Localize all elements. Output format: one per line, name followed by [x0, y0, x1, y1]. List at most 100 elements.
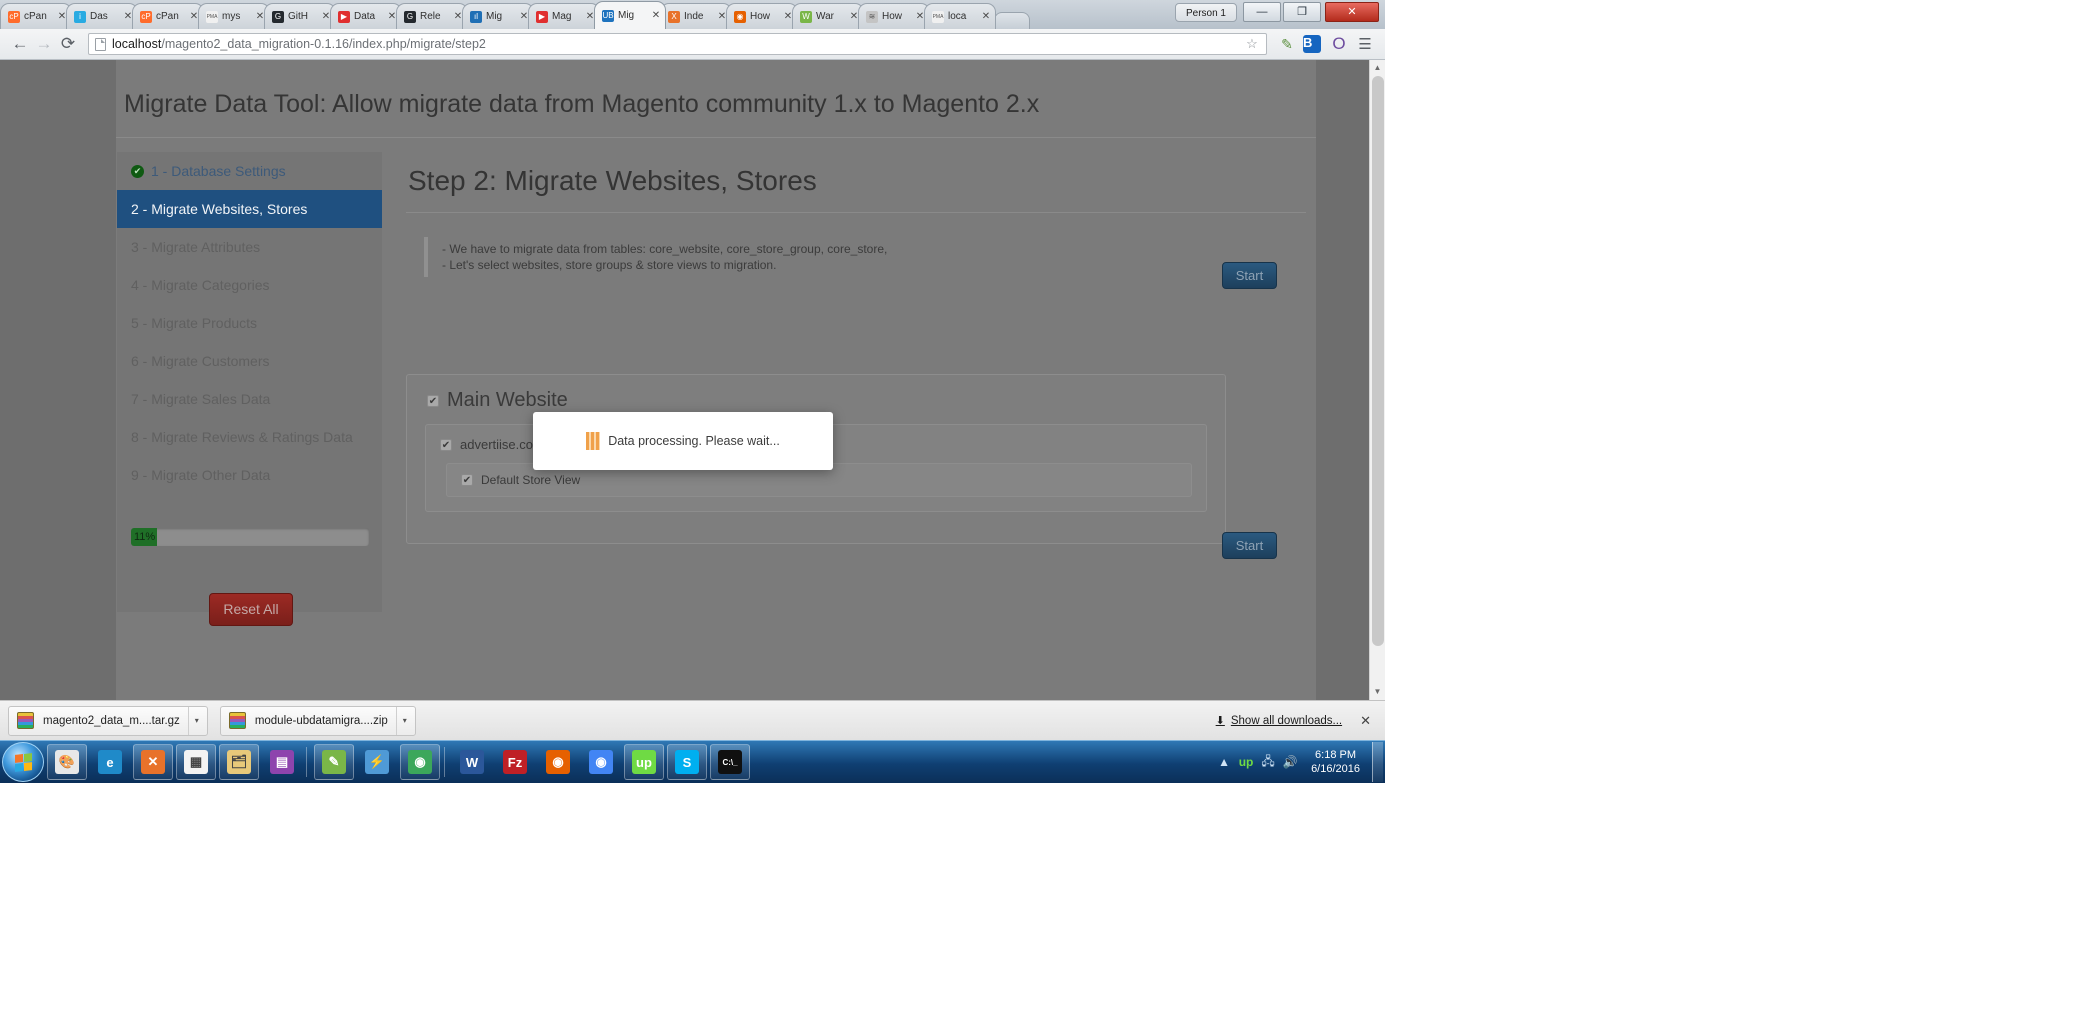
scrollbar-up-arrow[interactable]: ▲ — [1370, 60, 1385, 76]
browser-tab[interactable]: i Das ✕ — [66, 3, 138, 29]
step-sidebar: ✔ 1 - Database Settings 2 - Migrate Webs… — [117, 152, 382, 626]
xampp-icon: X — [668, 10, 680, 23]
scrollbar-thumb[interactable] — [1372, 76, 1384, 646]
page-scrollbar[interactable]: ▲ ▼ — [1369, 60, 1385, 700]
taskbar-chrome-icon[interactable]: ◉ — [581, 744, 621, 780]
start-button-top[interactable]: Start — [1222, 262, 1277, 289]
browser-tab[interactable]: cP cPan ✕ — [132, 3, 204, 29]
sidebar-item-migrate-products[interactable]: 5 - Migrate Products — [117, 304, 382, 342]
download-item-menu-caret[interactable]: ▾ — [395, 706, 413, 735]
check-circle-icon: ✔ — [131, 164, 144, 178]
back-button[interactable]: ← — [8, 32, 32, 56]
browser-profile-chip[interactable]: Person 1 — [1174, 3, 1237, 22]
sidebar-item-migrate-other-data[interactable]: 9 - Migrate Other Data — [117, 456, 382, 494]
browser-tab[interactable]: PMA loca ✕ — [924, 3, 996, 29]
taskbar-filezilla-icon[interactable]: Fz — [495, 744, 535, 780]
taskbar-winrar-icon[interactable]: ▤ — [262, 744, 302, 780]
tab-close-icon[interactable]: ✕ — [651, 10, 661, 21]
sidebar-item-migrate-reviews-ratings[interactable]: 8 - Migrate Reviews & Ratings Data — [117, 418, 382, 456]
sidebar-item-migrate-sales-data[interactable]: 7 - Migrate Sales Data — [117, 380, 382, 418]
browser-tab[interactable]: ≋ How ✕ — [858, 3, 930, 29]
tray-volume-icon[interactable]: 🔊 — [1279, 755, 1301, 769]
window-minimize-button[interactable]: — — [1243, 2, 1281, 22]
taskbar-xampp-icon[interactable]: ✕ — [133, 744, 173, 780]
browser-tab[interactable]: W War ✕ — [792, 3, 864, 29]
reload-button[interactable]: ⟳ — [56, 32, 80, 56]
download-item-menu-caret[interactable]: ▾ — [187, 706, 205, 735]
download-item[interactable]: magento2_data_m....tar.gz ▾ — [8, 705, 208, 736]
o-extension-icon[interactable]: O — [1327, 32, 1351, 56]
github-icon: G — [404, 10, 416, 23]
system-tray: ▲ up 🖧 🔊 6:18 PM 6/16/2016 — [1213, 742, 1385, 782]
notice-line: - We have to migrate data from tables: c… — [442, 242, 888, 256]
taskbar-paint-icon[interactable]: 🎨 — [47, 744, 87, 780]
app-content-sheet: Migrate Data Tool: Allow migrate data fr… — [116, 60, 1316, 700]
browser-tab[interactable]: PMA mys ✕ — [198, 3, 270, 29]
taskbar-skype-icon[interactable]: S — [667, 744, 707, 780]
bookmark-star-icon[interactable]: ☆ — [1244, 36, 1260, 52]
show-desktop-button[interactable] — [1372, 742, 1383, 782]
sidebar-item-label: 6 - Migrate Customers — [131, 353, 270, 369]
taskbar-command-prompt-icon[interactable]: C:\_ — [710, 744, 750, 780]
store-view-checkbox[interactable]: ✔ — [461, 474, 473, 486]
tray-network-icon[interactable]: 🖧 — [1257, 752, 1279, 773]
cpanel-icon: cP — [140, 10, 152, 23]
show-all-downloads-link[interactable]: ⬇ Show all downloads... — [1216, 714, 1342, 728]
window-close-button[interactable]: ✕ — [1325, 2, 1379, 22]
skype-icon: S — [675, 750, 699, 774]
tray-upwork-icon[interactable]: up — [1235, 755, 1257, 769]
download-bar-close-icon[interactable]: ✕ — [1360, 713, 1371, 729]
sidebar-item-migrate-attributes[interactable]: 3 - Migrate Attributes — [117, 228, 382, 266]
new-tab-button[interactable] — [994, 12, 1030, 29]
taskbar-app-grid-icon[interactable]: ▦ — [176, 744, 216, 780]
store-group-checkbox[interactable]: ✔ — [440, 438, 452, 451]
b-extension-icon[interactable]: B — [1303, 35, 1321, 53]
sidebar-item-migrate-customers[interactable]: 6 - Migrate Customers — [117, 342, 382, 380]
browser-tab[interactable]: G Rele ✕ — [396, 3, 468, 29]
download-item[interactable]: module-ubdatamigra....zip ▾ — [219, 705, 416, 736]
browser-tab-title: Data — [354, 11, 376, 22]
sidebar-item-database-settings[interactable]: ✔ 1 - Database Settings — [117, 152, 382, 190]
taskbar-notepad-plus-icon[interactable]: ✎ — [314, 744, 354, 780]
browser-tab[interactable]: ıl Mig ✕ — [462, 3, 534, 29]
sidebar-item-migrate-websites-stores[interactable]: 2 - Migrate Websites, Stores — [117, 190, 382, 228]
taskbar-file-explorer-icon[interactable]: 🗂 — [219, 744, 259, 780]
youtube-icon: ▶ — [338, 10, 350, 23]
browser-tab[interactable]: G GitH ✕ — [264, 3, 336, 29]
taskbar-firefox-icon[interactable]: ◉ — [538, 744, 578, 780]
browser-tab[interactable]: X Inde ✕ — [660, 3, 732, 29]
pencil-extension-icon[interactable]: ✎ — [1275, 32, 1299, 56]
browser-tab[interactable]: ▶ Data ✕ — [330, 3, 402, 29]
tray-overflow-icon[interactable]: ▲ — [1213, 755, 1235, 769]
browser-toolbar: ← → ⟳ localhost/magento2_data_migration-… — [0, 29, 1385, 60]
address-bar[interactable]: localhost/magento2_data_migration-0.1.16… — [88, 33, 1267, 55]
browser-tab[interactable]: cP cPan ✕ — [0, 3, 72, 29]
taskbar-upwork-icon[interactable]: up — [624, 744, 664, 780]
reset-all-button[interactable]: Reset All — [209, 593, 293, 626]
website-label: Main Website — [447, 389, 568, 411]
browser-tab-title: cPan — [156, 11, 179, 22]
tab-close-icon[interactable]: ✕ — [981, 11, 991, 22]
taskbar-chrome-profile-icon[interactable]: ◉ — [400, 744, 440, 780]
website-row[interactable]: ✔ Main Website — [407, 375, 1225, 412]
browser-tab[interactable]: UB Mig ✕ — [594, 1, 666, 29]
website-checkbox[interactable]: ✔ — [427, 394, 439, 407]
sidebar-item-migrate-categories[interactable]: 4 - Migrate Categories — [117, 266, 382, 304]
taskbar-separator — [444, 747, 445, 777]
archive-file-icon — [228, 712, 246, 729]
browser-tab[interactable]: ◉ How ✕ — [726, 3, 798, 29]
forward-button[interactable]: → — [32, 32, 56, 56]
window-maximize-button[interactable]: ❐ — [1283, 2, 1321, 22]
browser-tab[interactable]: ▶ Mag ✕ — [528, 3, 600, 29]
processing-modal: Data processing. Please wait... — [533, 412, 833, 470]
store-view-row[interactable]: ✔ Default Store View — [461, 473, 1191, 487]
taskbar-internet-explorer-icon[interactable]: e — [90, 744, 130, 780]
windows-start-button[interactable] — [2, 742, 44, 782]
start-button-bottom[interactable]: Start — [1222, 532, 1277, 559]
scrollbar-down-arrow[interactable]: ▼ — [1370, 684, 1385, 700]
browser-menu-icon[interactable]: ☰ — [1353, 32, 1377, 56]
taskbar-remote-desktop-icon[interactable]: ⚡ — [357, 744, 397, 780]
taskbar-clock[interactable]: 6:18 PM 6/16/2016 — [1301, 748, 1370, 776]
firefox-icon: ◉ — [546, 750, 570, 774]
taskbar-word-icon[interactable]: W — [452, 744, 492, 780]
